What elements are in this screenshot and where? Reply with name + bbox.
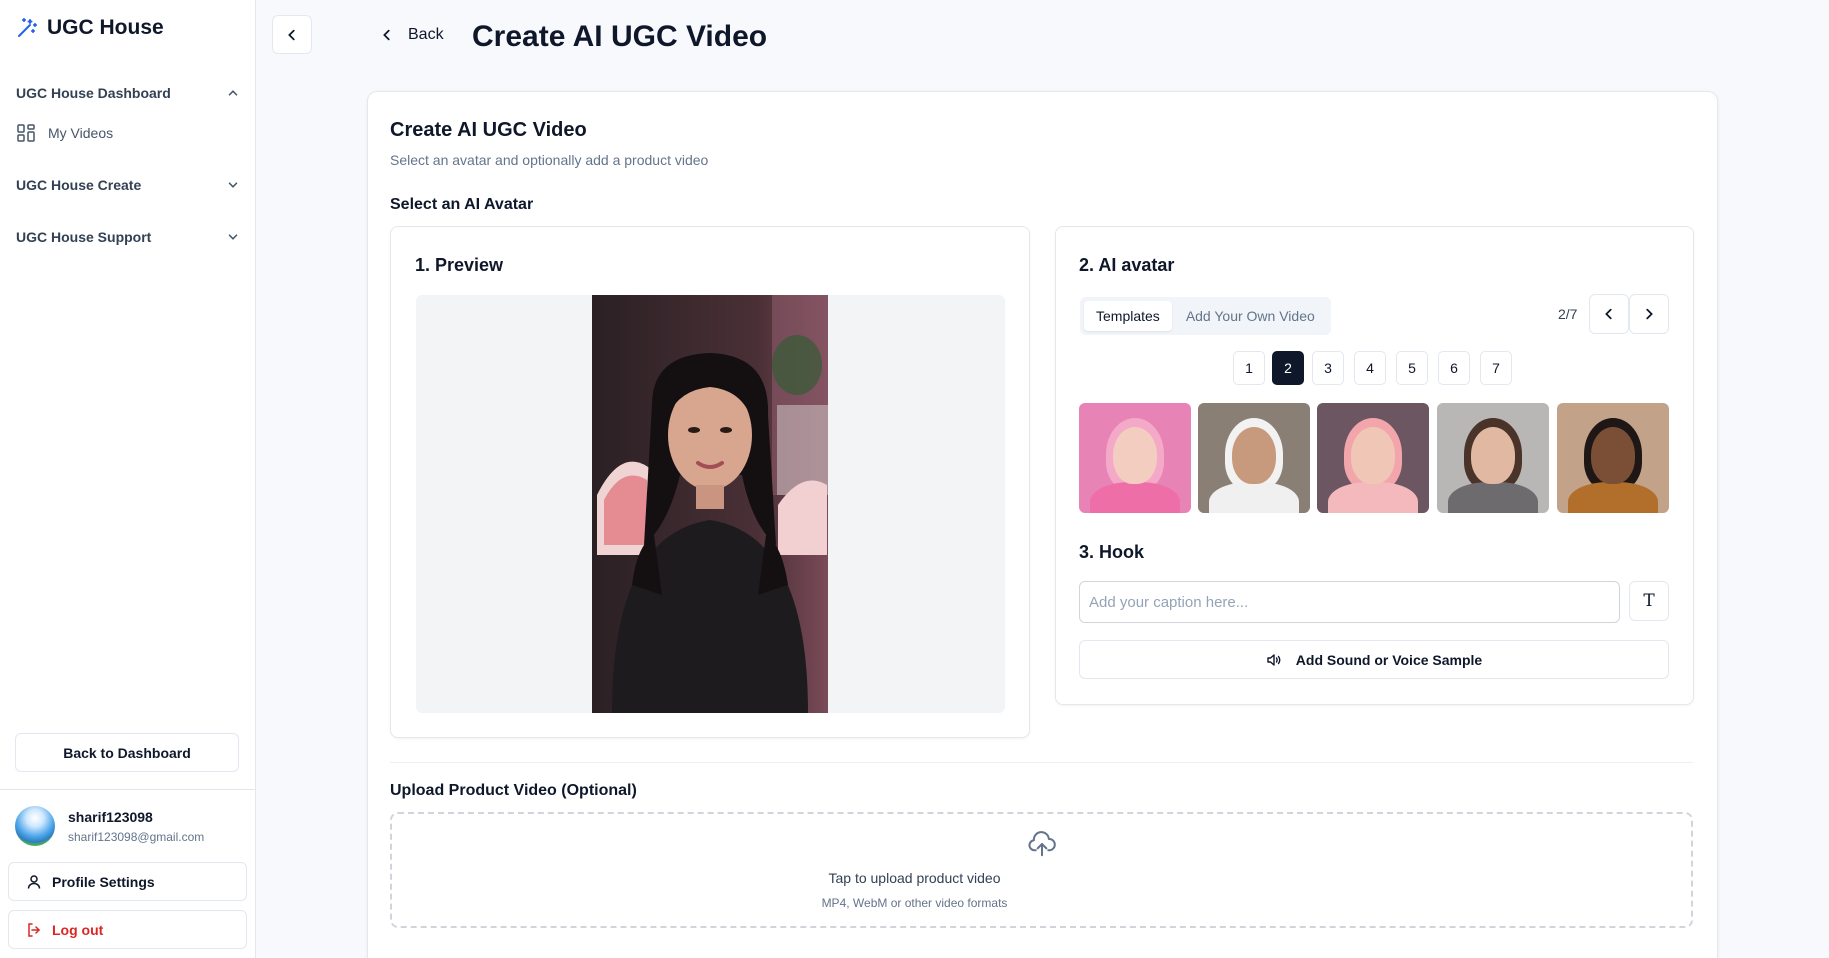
avatar-body: [1209, 482, 1299, 513]
user-email: sharif123098@gmail.com: [68, 830, 205, 844]
chevron-left-icon: [1605, 308, 1612, 320]
upload-hint: MP4, WebM or other video formats: [821, 896, 1008, 910]
sidebar-item-my-videos[interactable]: My Videos: [16, 118, 240, 148]
logout-button[interactable]: Log out: [8, 910, 247, 949]
speaker-icon: [1267, 653, 1281, 666]
avatar-thumbnail[interactable]: [1557, 403, 1669, 513]
sidebar-divider: [0, 789, 256, 790]
avatar-source-tabs: Templates Add Your Own Video: [1080, 297, 1331, 335]
nav-group-create[interactable]: UGC House Create: [16, 170, 240, 200]
ai-avatar-title: 2. AI avatar: [1079, 255, 1175, 275]
nav-group-dashboard[interactable]: UGC House Dashboard: [16, 78, 240, 108]
back-to-dashboard-button[interactable]: Back to Dashboard: [15, 733, 239, 772]
card-subtitle: Select an avatar and optionally add a pr…: [390, 152, 709, 168]
page-button-7[interactable]: 7: [1480, 351, 1512, 385]
back-link[interactable]: Back: [380, 26, 444, 44]
avatar-body: [1448, 482, 1538, 513]
avatar-body: [1090, 482, 1180, 513]
avatar-face: [1112, 427, 1158, 485]
avatar-thumbnail[interactable]: [1198, 403, 1310, 513]
sidebar-item-label: My Videos: [48, 125, 114, 141]
avatar-body: [1568, 482, 1658, 513]
sidebar: UGC House UGC House Dashboard My Videos …: [0, 0, 256, 958]
prev-page-button[interactable]: [1589, 294, 1629, 334]
avatar-preview-image: [592, 295, 828, 713]
preview-title: 1. Preview: [415, 255, 504, 275]
chevron-down-icon: [228, 182, 238, 188]
page-button-1[interactable]: 1: [1233, 351, 1265, 385]
upload-label: Upload Product Video (Optional): [390, 782, 637, 799]
cloud-upload-icon: [1028, 831, 1056, 857]
hook-caption-input[interactable]: [1079, 581, 1620, 623]
preview-video[interactable]: [592, 295, 828, 713]
avatar-thumbnail[interactable]: [1437, 403, 1549, 513]
avatar-face: [1590, 427, 1636, 485]
grid-icon: [17, 124, 35, 142]
logout-label: Log out: [52, 921, 104, 938]
avatar-face: [1231, 427, 1277, 485]
chevron-left-icon: [383, 29, 390, 41]
add-sound-label: Add Sound or Voice Sample: [1295, 651, 1483, 668]
app: UGC House UGC House Dashboard My Videos …: [0, 0, 1829, 958]
page-button-4[interactable]: 4: [1354, 351, 1386, 385]
card-title: Create AI UGC Video: [390, 119, 587, 141]
select-avatar-label: Select an AI Avatar: [390, 196, 534, 213]
page-button-6[interactable]: 6: [1438, 351, 1470, 385]
page-title: Create AI UGC Video: [472, 20, 768, 53]
user-avatar[interactable]: [15, 806, 55, 846]
page-indicator: 2/7: [1558, 306, 1578, 322]
back-label: Back: [408, 26, 444, 43]
nav-group-label: UGC House Dashboard: [16, 85, 171, 101]
nav-group-label: UGC House Support: [16, 229, 152, 245]
page-button-5[interactable]: 5: [1396, 351, 1428, 385]
brand-name: UGC House: [47, 16, 164, 39]
nav-group-support[interactable]: UGC House Support: [16, 222, 240, 252]
chevron-down-icon: [228, 234, 238, 240]
avatar-body: [1328, 482, 1418, 513]
collapse-sidebar-button[interactable]: [272, 15, 312, 54]
user-name: sharif123098: [68, 809, 153, 825]
hook-title: 3. Hook: [1079, 542, 1145, 562]
avatar-thumbnail[interactable]: [1317, 403, 1429, 513]
logout-icon: [28, 922, 41, 937]
page-button-3[interactable]: 3: [1312, 351, 1344, 385]
page-button-2[interactable]: 2: [1272, 351, 1304, 385]
chevron-right-icon: [1646, 308, 1653, 320]
add-sound-button[interactable]: Add Sound or Voice Sample: [1079, 640, 1669, 679]
nav-group-label: UGC House Create: [16, 177, 142, 193]
magic-wand-icon: [18, 18, 37, 37]
avatar-thumbnail[interactable]: [1079, 403, 1191, 513]
brand[interactable]: UGC House: [15, 16, 164, 40]
next-page-button[interactable]: [1629, 294, 1669, 334]
chevron-up-icon: [228, 90, 238, 96]
avatar-face: [1470, 427, 1516, 485]
upload-title: Tap to upload product video: [828, 870, 1001, 886]
tab-templates[interactable]: Templates: [1084, 301, 1172, 331]
chevron-left-icon: [288, 29, 295, 40]
section-divider: [390, 762, 1693, 763]
avatar-face: [1350, 427, 1396, 485]
text-style-button[interactable]: T: [1629, 581, 1669, 621]
tab-add-own-video[interactable]: Add Your Own Video: [1174, 301, 1327, 331]
